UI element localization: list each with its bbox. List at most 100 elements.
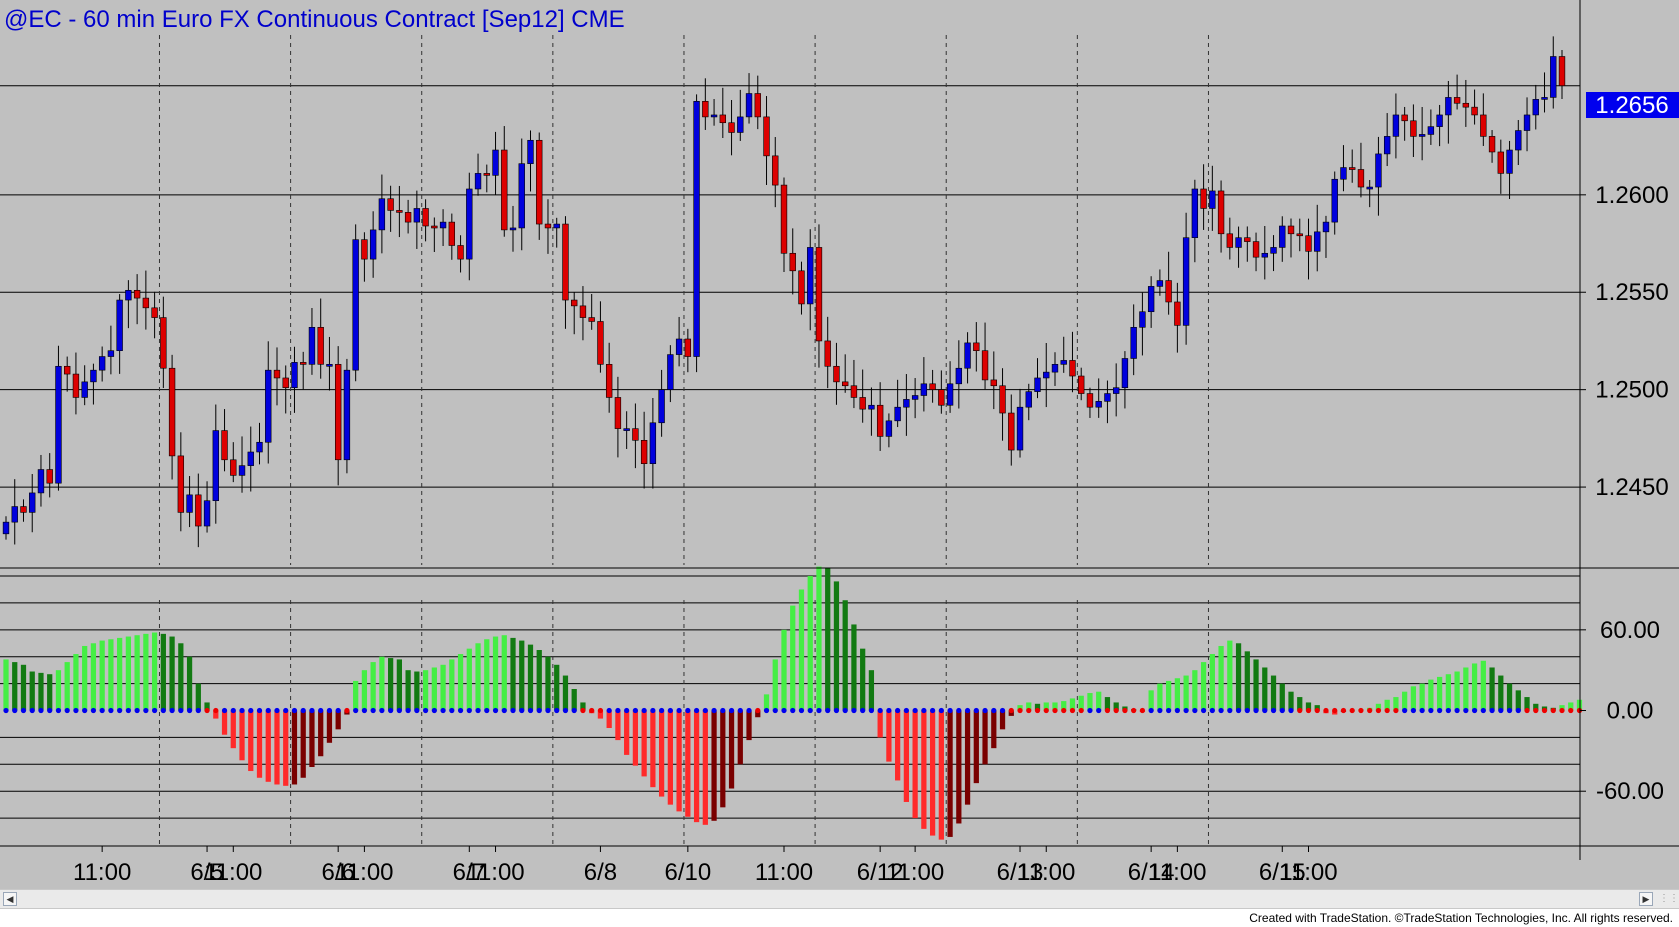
candle-body — [466, 188, 473, 260]
zero-line-dot — [388, 707, 394, 714]
candle-body — [413, 208, 421, 223]
x-tick-label: 11:00 — [73, 859, 131, 886]
candle-body — [352, 239, 359, 371]
candle-body — [230, 459, 237, 476]
candle-body — [1453, 97, 1461, 104]
candle-body — [640, 440, 648, 464]
histogram-bar — [1498, 675, 1504, 711]
zero-line-dot — [160, 707, 166, 714]
histogram-bar — [1087, 693, 1093, 711]
horizontal-scrollbar[interactable]: ◀ ▶ ⋮⋮ — [0, 889, 1679, 909]
histogram-bar — [921, 710, 927, 829]
zero-line-dot — [186, 707, 193, 714]
zero-line-dot — [746, 707, 752, 714]
zero-line-dot — [1244, 707, 1250, 714]
candle-body — [1366, 186, 1373, 190]
candle-body — [1497, 151, 1504, 174]
histogram-bar — [1218, 645, 1224, 711]
candle-body — [623, 428, 630, 431]
histogram-bar — [73, 654, 79, 711]
zero-line-dot — [1034, 707, 1041, 714]
zero-line-dot — [1384, 707, 1390, 714]
candle-body — [675, 338, 683, 355]
candle-body — [1340, 167, 1347, 180]
zero-line-dot — [1314, 707, 1320, 714]
candle-body — [195, 494, 202, 527]
candle-body — [562, 223, 569, 301]
candle-body — [474, 173, 482, 190]
histogram-bar — [667, 710, 673, 805]
candle-body — [1427, 126, 1435, 135]
histogram-bar — [414, 671, 420, 711]
zero-line-dot — [1227, 707, 1233, 714]
scroll-left-icon[interactable]: ◀ — [3, 892, 17, 906]
candle-body — [98, 356, 106, 371]
zero-line-dot — [895, 707, 901, 714]
zero-line-dot — [903, 707, 909, 714]
histogram-bar — [1209, 654, 1215, 711]
candle-body — [1226, 233, 1234, 248]
candle-body — [1488, 136, 1496, 153]
scroll-right-icon[interactable]: ▶ — [1639, 892, 1653, 906]
histogram-bar — [90, 643, 97, 711]
candle-body — [1069, 360, 1076, 377]
zero-line-dot — [1148, 707, 1154, 714]
candle-body — [1104, 393, 1111, 402]
x-tick-label: 11:00 — [335, 859, 393, 886]
histogram-bar — [999, 710, 1006, 730]
zero-line-dot — [1008, 707, 1014, 714]
zero-line-dot — [667, 707, 673, 714]
candle-body — [81, 381, 88, 398]
zero-line-dot — [693, 707, 700, 714]
candle-body — [282, 377, 289, 389]
histogram-bar — [405, 670, 411, 711]
histogram-bar — [510, 637, 516, 711]
zero-line-dot — [1087, 707, 1093, 714]
histogram-bar — [1515, 690, 1521, 711]
candle-body — [903, 399, 910, 408]
zero-line-dot — [781, 707, 787, 714]
zero-line-dot — [973, 707, 979, 714]
histogram-bar — [956, 710, 962, 824]
histogram-bar — [195, 683, 201, 711]
price-tick-label: 1.2550 — [1595, 279, 1668, 306]
candle-body — [955, 367, 963, 385]
candle-body — [431, 225, 438, 229]
zero-line-dot — [1349, 707, 1355, 714]
candle-body — [1445, 97, 1452, 116]
zero-line-dot — [82, 707, 88, 714]
x-tick-label: 11:00 — [1017, 859, 1075, 886]
histogram-bar — [396, 659, 402, 711]
zero-line-dot — [440, 707, 446, 714]
zero-line-dot — [685, 707, 691, 714]
histogram-bar — [973, 710, 979, 784]
x-tick-label: 11:00 — [466, 859, 524, 886]
histogram-bar — [851, 624, 857, 711]
histogram-bar — [492, 636, 499, 711]
candle-body — [1523, 114, 1531, 131]
zero-line-dot — [3, 707, 9, 714]
histogram-bar — [1445, 674, 1451, 711]
zero-line-dot — [1454, 707, 1460, 714]
zero-line-dot — [816, 707, 822, 714]
zero-line-dot — [501, 707, 507, 714]
histogram-bar — [370, 662, 376, 711]
candle-body — [1235, 237, 1242, 248]
resize-grip-icon[interactable]: ⋮⋮ — [1659, 892, 1679, 906]
histogram-bar — [1288, 691, 1294, 711]
zero-line-dot — [833, 707, 840, 714]
zero-line-dot — [396, 707, 402, 714]
zero-line-dot — [125, 707, 131, 714]
candle-body — [133, 289, 141, 299]
zero-line-dot — [1419, 707, 1425, 714]
histogram-bar — [1148, 690, 1154, 711]
indicator-tick-label: -60.00 — [1596, 778, 1664, 805]
histogram-bar — [772, 659, 778, 711]
candle-body — [929, 383, 936, 390]
candle-body — [973, 342, 980, 351]
zero-line-dot — [728, 707, 735, 714]
zero-line-dot — [921, 707, 927, 714]
zero-line-dot — [90, 707, 97, 714]
zero-line-dot — [1410, 707, 1416, 714]
candle-body — [632, 428, 639, 441]
